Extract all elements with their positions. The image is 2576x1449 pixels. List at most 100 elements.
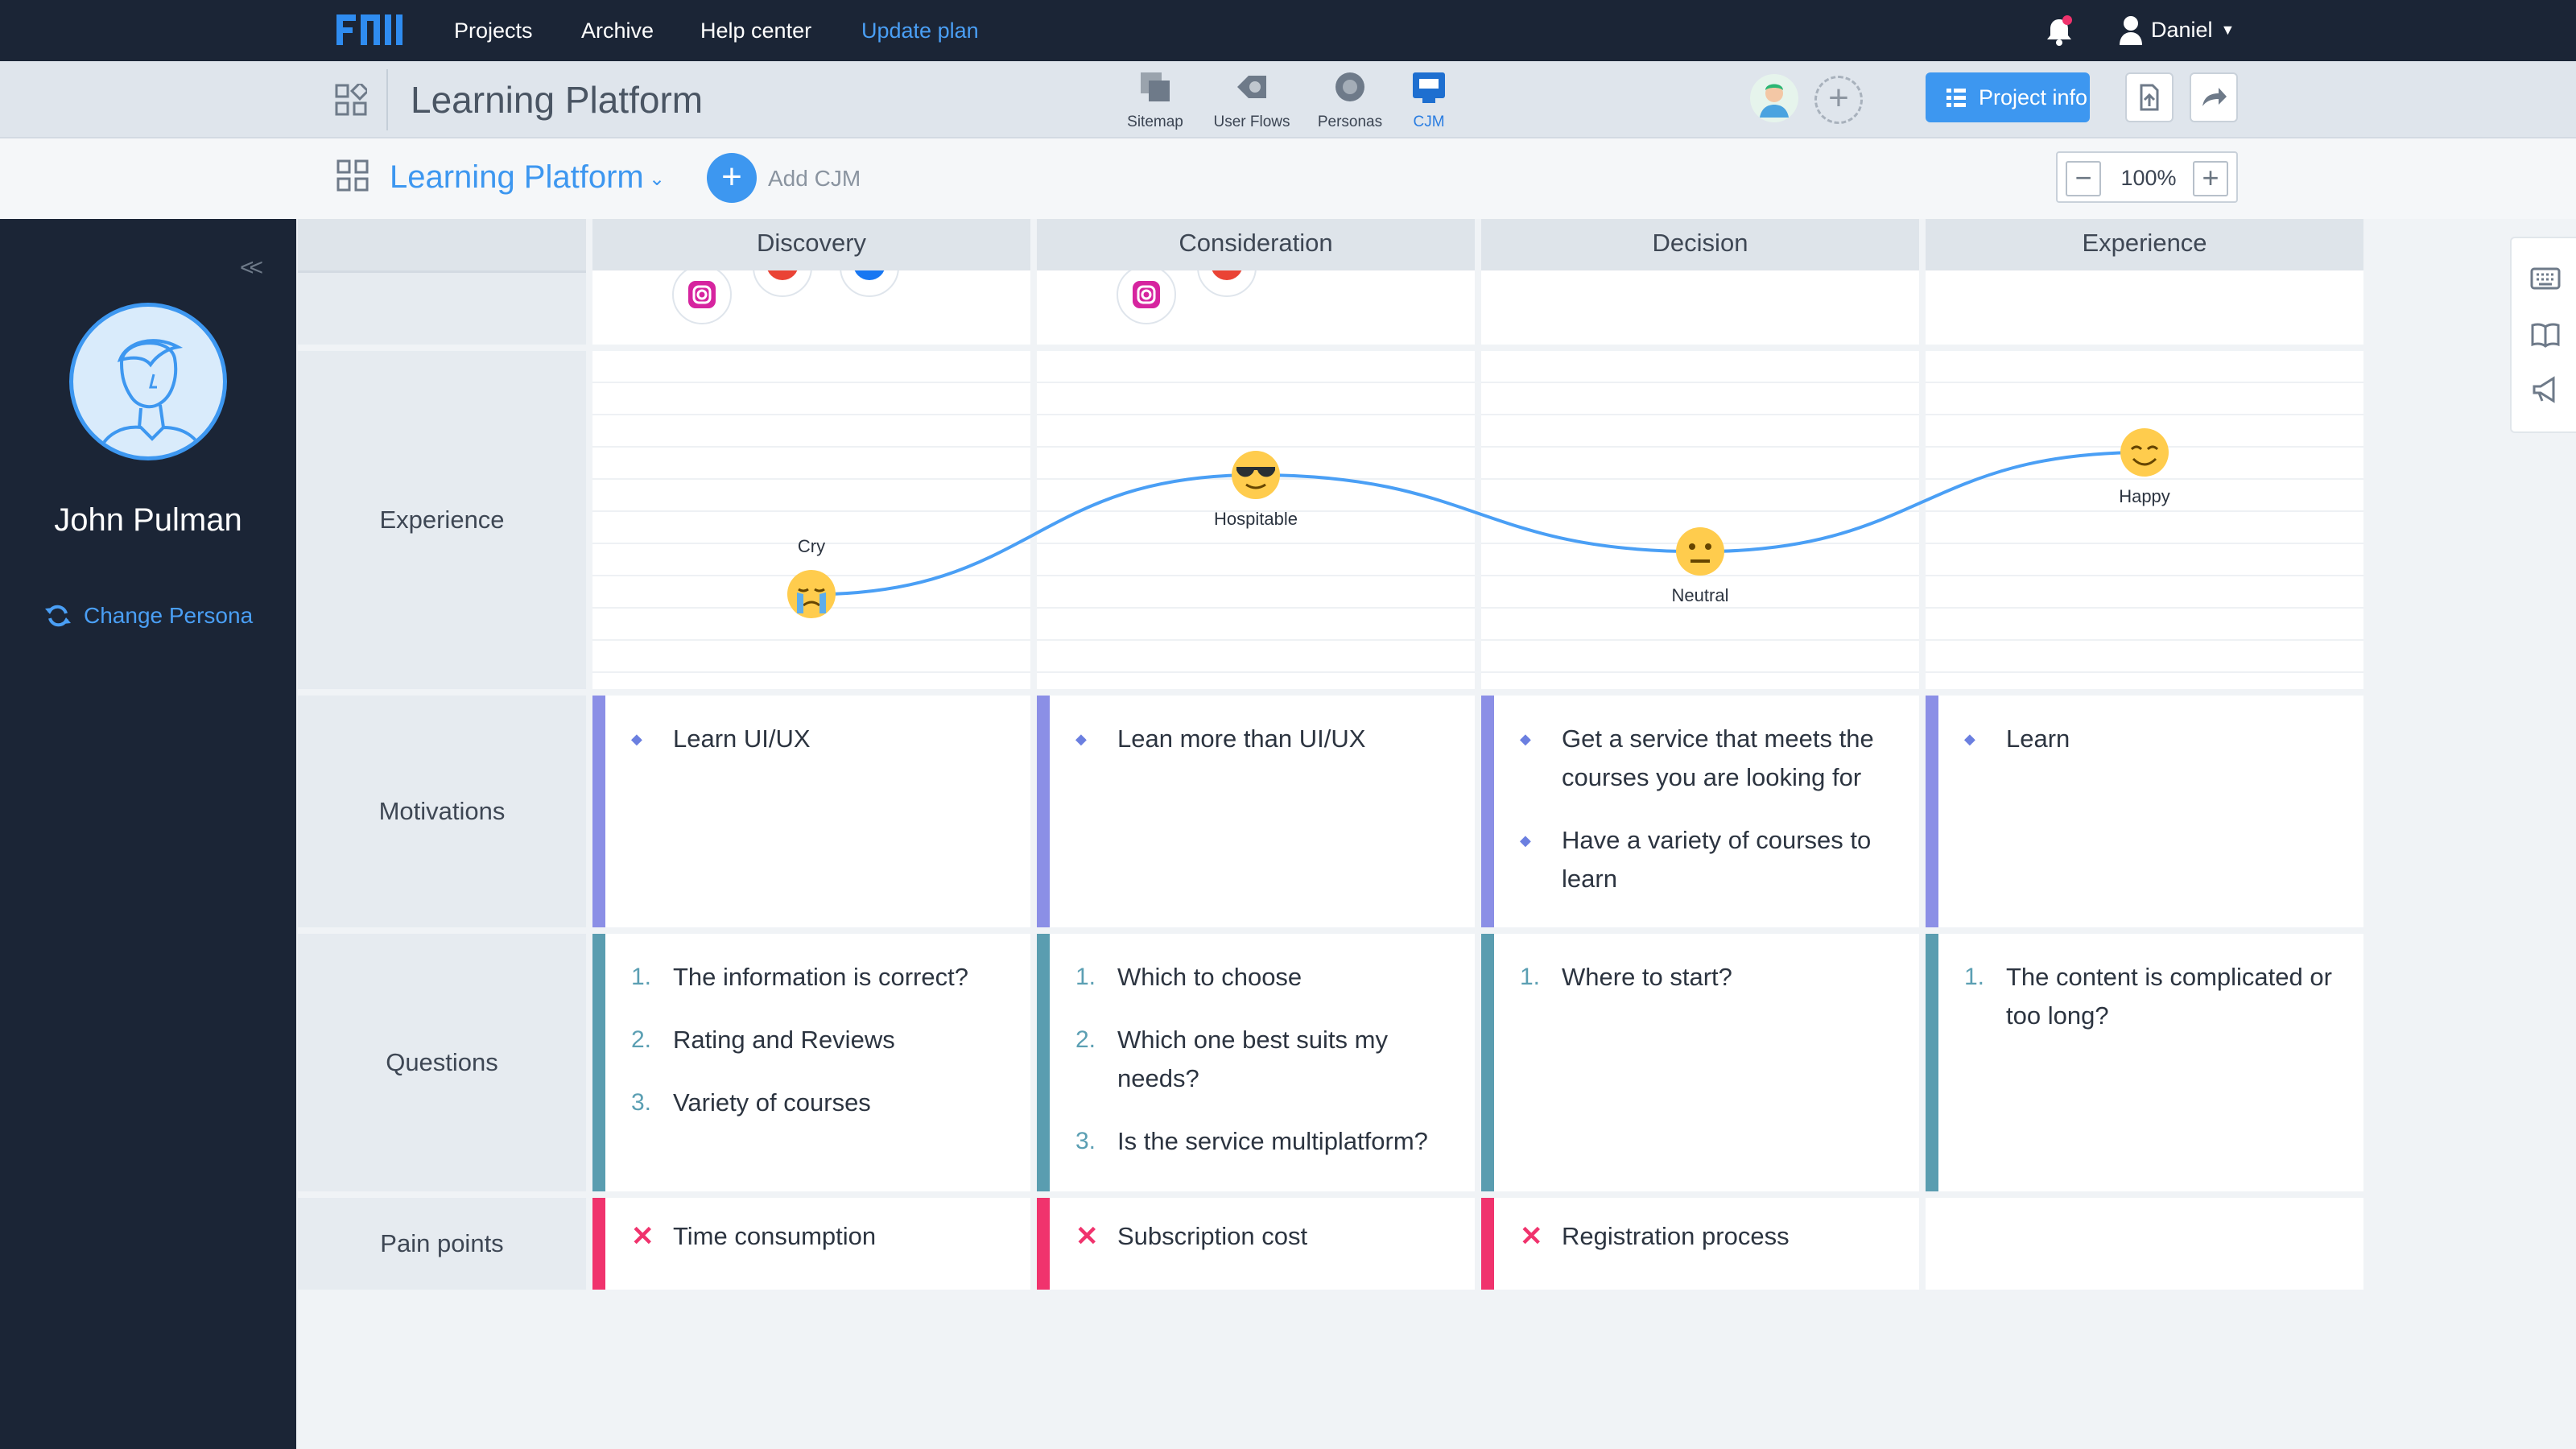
export-button[interactable] (2125, 72, 2174, 122)
motivations-color-bar (592, 696, 605, 927)
question-cell[interactable]: 1. The information is correct? 2. Rating an… (592, 934, 1030, 1191)
book-icon[interactable] (2529, 319, 2562, 351)
tab-cjm[interactable]: CJM (1385, 69, 1473, 131)
notification-bell-icon[interactable] (2045, 14, 2074, 47)
questions-color-bar (592, 934, 605, 1191)
app-logo[interactable] (336, 11, 404, 48)
tab-personas[interactable]: Personas (1306, 69, 1394, 131)
neutral-emoji-icon[interactable] (1674, 526, 1726, 577)
persona-avatar (69, 303, 227, 460)
list-item[interactable]: ◆ Learn UI/UX (631, 720, 1006, 758)
nav-update-plan[interactable]: Update plan (861, 16, 979, 45)
list-item[interactable]: ✕ Registration process (1520, 1217, 1895, 1256)
add-member-button[interactable]: + (1814, 76, 1863, 124)
question-cell[interactable]: 1. Which to choose 2. Which one best suits … (1037, 934, 1475, 1191)
list-item[interactable]: 1. The information is correct? (631, 958, 1006, 997)
list-item[interactable]: 2. Which one best suits my needs? (1075, 1021, 1451, 1098)
list-item[interactable]: ✕ Subscription cost (1075, 1217, 1451, 1256)
collapse-sidebar-icon[interactable]: << (240, 254, 263, 282)
list-item[interactable]: 1. Where to start? (1520, 958, 1895, 997)
item-text: Have a variety of courses to learn (1562, 826, 1872, 893)
list-item[interactable]: 2. Rating and Reviews (631, 1021, 1006, 1059)
question-cell[interactable]: 1. Where to start? (1481, 934, 1919, 1191)
motivations-color-bar (1926, 696, 1938, 927)
member-avatar[interactable] (1750, 74, 1798, 122)
pain-point-cell[interactable] (1926, 1198, 2363, 1290)
motivations-list: ◆ Get a service that meets the courses yo… (1520, 720, 1895, 923)
channels-cell[interactable] (1926, 270, 2363, 345)
add-cjm-button[interactable]: + (707, 153, 757, 203)
nav-help-center[interactable]: Help center (700, 16, 811, 45)
list-item[interactable]: ◆ Get a service that meets the courses yo… (1520, 720, 1895, 797)
pain-point-cell[interactable]: ✕ Registration process (1481, 1198, 1919, 1290)
export-icon (2140, 84, 2159, 111)
keyboard-icon[interactable] (2529, 262, 2562, 295)
persona-sidebar: << John Pulman Change Persona (0, 219, 296, 1449)
happy-emoji-icon[interactable] (2119, 427, 2170, 478)
add-cjm-label[interactable]: Add CJM (768, 166, 861, 192)
hospitable-emoji-icon[interactable] (1230, 449, 1282, 501)
item-text: Time consumption (673, 1222, 877, 1250)
cross-icon: ✕ (631, 1221, 654, 1252)
question-cell[interactable]: 1. The content is complicated or too long… (1926, 934, 2363, 1191)
list-item[interactable]: ◆ Lean more than UI/UX (1075, 720, 1451, 758)
item-text: Learn UI/UX (673, 724, 811, 753)
motivation-cell[interactable]: ◆ Learn (1926, 696, 2363, 927)
cjm-grid-icon[interactable] (336, 159, 369, 192)
tab-sitemap[interactable]: Sitemap (1111, 69, 1199, 131)
list-item[interactable]: 3. Is the service multiplatform? (1075, 1122, 1451, 1161)
nav-projects[interactable]: Projects (454, 16, 533, 45)
item-text: Subscription cost (1117, 1222, 1308, 1250)
motivation-cell[interactable]: ◆ Lean more than UI/UX (1037, 696, 1475, 927)
list-number: 3. (631, 1089, 652, 1116)
item-text: Registration process (1562, 1222, 1790, 1250)
motivation-cell[interactable]: ◆ Learn UI/UX (592, 696, 1030, 927)
announcement-icon[interactable] (2529, 374, 2562, 406)
channel-icons (672, 270, 899, 324)
motivations-list: ◆ Lean more than UI/UX (1075, 720, 1451, 782)
list-item[interactable]: 3. Variety of courses (631, 1084, 1006, 1122)
channels-cell[interactable] (1037, 270, 1475, 345)
change-persona-button[interactable]: Change Persona (43, 602, 253, 630)
channel-icons (1117, 270, 1257, 324)
motivation-cell[interactable]: ◆ Get a service that meets the courses yo… (1481, 696, 1919, 927)
list-item[interactable]: 1. Which to choose (1075, 958, 1451, 997)
pain-point-cell[interactable]: ✕ Subscription cost (1037, 1198, 1475, 1290)
channels-cell[interactable] (592, 270, 1030, 345)
header-corner (298, 219, 586, 270)
list-item[interactable]: ◆ Learn (1964, 720, 2339, 758)
stage-header[interactable]: Experience (1926, 219, 2363, 270)
instagram-icon (1133, 281, 1160, 308)
user-menu[interactable]: Daniel ▼ (2119, 13, 2235, 47)
cjm-selector[interactable]: Learning Platform (390, 158, 644, 196)
list-item[interactable]: 1. The content is complicated or too long… (1964, 958, 2339, 1035)
chevron-down-icon[interactable]: ⌄ (649, 167, 665, 191)
pain-point-cell[interactable]: ✕ Time consumption (592, 1198, 1030, 1290)
diamond-bullet-icon: ◆ (1075, 731, 1087, 747)
diamond-bullet-icon: ◆ (631, 731, 642, 747)
list-icon (1946, 89, 1966, 107)
nav-archive[interactable]: Archive (581, 16, 654, 45)
project-info-label: Project info (1979, 85, 2088, 109)
tab-label: CJM (1413, 114, 1445, 130)
zoom-in-button[interactable]: + (2193, 161, 2228, 196)
list-item[interactable]: ✕ Time consumption (631, 1217, 1006, 1256)
project-title: Learning Platform (411, 79, 704, 121)
zoom-out-button[interactable]: − (2066, 161, 2101, 196)
questions-list: 1. The content is complicated or too long… (1964, 958, 2339, 1059)
apps-grid-icon[interactable] (335, 84, 367, 116)
stage-header[interactable]: Decision (1481, 219, 1919, 270)
item-text: Which one best suits my needs? (1117, 1026, 1388, 1092)
item-text: Variety of courses (673, 1088, 871, 1117)
channels-cell[interactable] (1481, 270, 1919, 345)
cry-emoji-icon[interactable] (786, 568, 837, 620)
emotion-curve-line (811, 451, 2145, 597)
stage-header[interactable]: Consideration (1037, 219, 1475, 270)
share-button[interactable] (2190, 72, 2238, 122)
item-text: The information is correct? (673, 963, 968, 991)
list-item[interactable]: ◆ Have a variety of courses to learn (1520, 821, 1895, 898)
stage-header[interactable]: Discovery (592, 219, 1030, 270)
user-name: Daniel (2151, 17, 2213, 42)
project-info-button[interactable]: Project info (1926, 72, 2090, 122)
tab-user-flows[interactable]: User Flows (1208, 69, 1296, 131)
